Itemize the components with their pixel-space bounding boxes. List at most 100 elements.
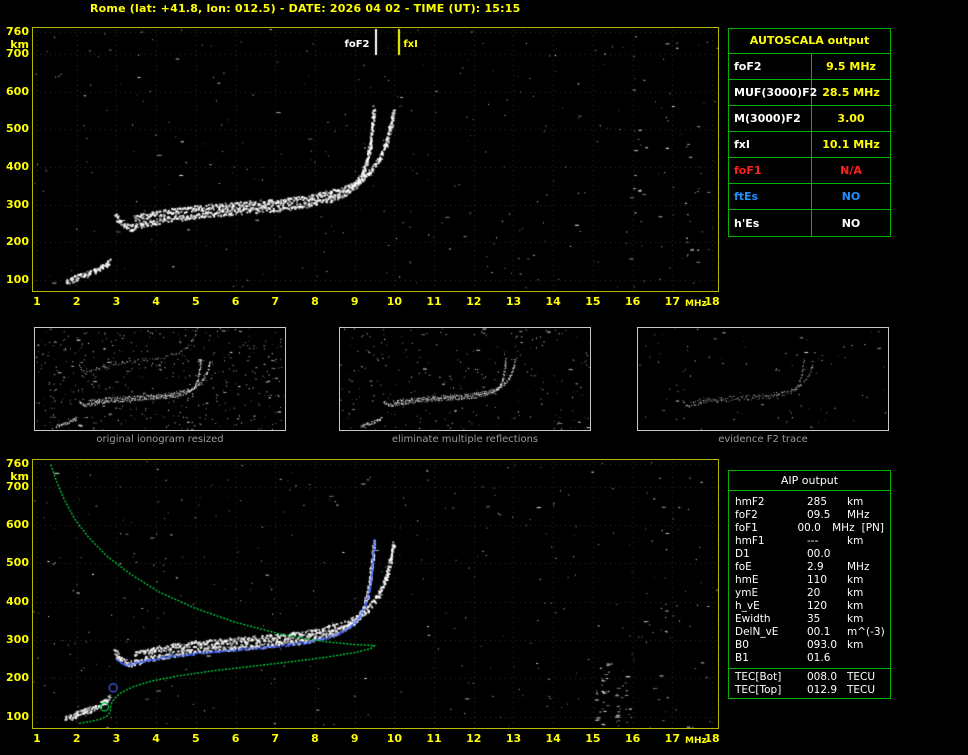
y-axis-tick-label: 760	[6, 456, 29, 470]
autoscala-row: foF1 N/A	[729, 158, 890, 184]
x-axis-tick-label: 13	[505, 295, 522, 308]
aip-param-label: foF1	[735, 522, 758, 534]
autoscala-param-label: ftEs	[729, 184, 812, 209]
aip-value: 00.1	[807, 626, 831, 638]
y-axis-tick-label: 400	[6, 160, 29, 173]
autoscala-param-label: foF2	[729, 54, 812, 79]
x-axis-tick-label: 6	[231, 295, 240, 308]
x-axis-tick-label: 2	[72, 732, 81, 745]
aip-extra-label: [PN]	[861, 522, 884, 534]
aip-value: 20	[807, 587, 821, 599]
x-axis-tick-label: 11	[426, 295, 442, 308]
aip-param-label: B1	[735, 652, 749, 664]
x-axis-tick-label: 9	[350, 295, 359, 308]
x-axis-tick-label: 17	[664, 295, 680, 308]
y-axis-unit-label: km	[10, 37, 29, 51]
aip-value: 00.0	[797, 522, 821, 534]
aip-unit: TECU	[847, 671, 876, 683]
aip-row: hmF2 285 km	[729, 496, 890, 509]
y-axis-unit-label: km	[10, 469, 29, 483]
x-axis-tick-label: 2	[72, 295, 81, 308]
autoscala-table-title: AUTOSCALA output	[729, 29, 890, 54]
autoscala-value: 9.5 MHz	[826, 60, 876, 73]
aip-output-table: AIP output hmF2 285 km foF2 09.5 MHz foF1 00.0 M…	[728, 470, 891, 699]
x-axis-tick-label: 4	[152, 732, 160, 745]
scaled-ionogram-plot	[32, 27, 719, 292]
aip-param-label: B0	[735, 639, 749, 651]
x-axis-tick-label: 4	[152, 295, 160, 308]
aip-row: D1 00.0	[729, 548, 890, 561]
aip-param-label: foF2	[735, 509, 758, 521]
x-axis-tick-label: 8	[311, 732, 319, 745]
aip-unit: km	[847, 587, 864, 599]
aip-value: 120	[807, 600, 828, 612]
y-axis-tick-label: 300	[6, 197, 29, 211]
aip-row: B0 093.0 km	[729, 639, 890, 652]
autoscala-output-table: AUTOSCALA output foF2 9.5 MHz MUF(3000)F2 2…	[728, 28, 891, 237]
aip-unit: km	[847, 613, 864, 625]
y-axis-tick-label: 600	[6, 84, 29, 98]
aip-param-label: Ewidth	[735, 613, 771, 625]
aip-value: 008.0	[807, 671, 838, 683]
x-axis-tick-label: 10	[386, 295, 403, 308]
y-axis-tick-label: 760	[6, 24, 29, 38]
autoscala-row: foF2 9.5 MHz	[729, 54, 890, 80]
aip-value: 285	[807, 496, 828, 508]
aip-row: TEC[Top] 012.9 TECU	[729, 684, 890, 697]
autoscala-value: 3.00	[837, 112, 865, 125]
aip-param-label: ymE	[735, 587, 759, 599]
aip-row: foF2 09.5 MHz	[729, 509, 890, 522]
x-axis-tick-label: 16	[624, 732, 641, 745]
autoscala-row: h'Es NO	[729, 210, 890, 236]
aip-unit: MHz	[832, 522, 855, 534]
autoscala-row: M(3000)F2 3.00	[729, 106, 890, 132]
thumbnail-caption: eliminate multiple reflections	[391, 434, 539, 445]
x-axis-tick-label: 12	[466, 732, 482, 745]
aip-param-label: hmF1	[735, 535, 765, 547]
x-axis-tick-label: 16	[624, 295, 641, 308]
x-axis-tick-label: 3	[112, 295, 121, 308]
y-axis-tick-label: 300	[6, 632, 29, 646]
aip-unit: km	[847, 600, 864, 612]
x-axis-tick-label: 15	[585, 732, 601, 745]
x-axis-tick-label: 3	[112, 732, 121, 745]
aip-value: 35	[807, 613, 821, 625]
x-axis-tick-label: 17	[664, 732, 680, 745]
aip-unit: MHz	[847, 509, 870, 521]
fof2-marker-label: foF2	[344, 39, 370, 50]
x-axis-unit-label: MHz	[685, 736, 707, 746]
x-axis-tick-label: 1	[33, 732, 41, 745]
aip-row: hmE 110 km	[729, 574, 890, 587]
aip-table-rows: hmF2 285 km foF2 09.5 MHz foF1 00.0 MHz [PN] hmF1-…	[729, 491, 890, 697]
x-axis-tick-label: 8	[311, 295, 319, 308]
autoscala-value: 10.1 MHz	[822, 138, 880, 151]
x-axis-tick-label: 5	[191, 732, 200, 745]
aip-unit: m^(-3)	[847, 626, 885, 638]
autoscala-value: NO	[841, 216, 861, 230]
x-axis-tick-label: 6	[231, 732, 240, 745]
aip-param-label: hmE	[735, 574, 759, 586]
aip-value: 012.9	[807, 684, 838, 696]
autoscala-param-label: MUF(3000)F2	[729, 80, 817, 105]
y-axis-tick-label: 400	[6, 594, 29, 608]
aip-value: 09.5	[807, 509, 831, 521]
aip-row: h_vE 120 km	[729, 600, 890, 613]
aip-unit: km	[847, 639, 864, 651]
aip-row: Ewidth 35 km	[729, 613, 890, 626]
x-axis-unit-label: MHz	[685, 299, 707, 309]
aip-unit: km	[847, 574, 864, 586]
autoscala-row: MUF(3000)F2 28.5 MHz	[729, 80, 890, 106]
x-axis-tick-label: 15	[585, 295, 601, 308]
x-axis-tick-label: 11	[426, 732, 442, 745]
thumbnail-original-ionogram	[34, 327, 286, 431]
y-axis-tick-label: 600	[6, 518, 29, 532]
aip-row: TEC[Bot] 008.0 TECU	[729, 668, 890, 684]
y-axis-tick-label: 200	[6, 671, 29, 685]
aip-value: 2.9	[807, 561, 824, 573]
aip-param-label: DelN_vE	[735, 626, 779, 638]
thumbnail-f2-trace-evidence	[637, 327, 889, 431]
thumbnail-caption: original ionogram resized	[96, 434, 224, 445]
fxi-marker-label: fxI	[403, 39, 418, 50]
autoscala-row: fxI 10.1 MHz	[729, 132, 890, 158]
thumbnail-caption: evidence F2 trace	[718, 434, 808, 445]
